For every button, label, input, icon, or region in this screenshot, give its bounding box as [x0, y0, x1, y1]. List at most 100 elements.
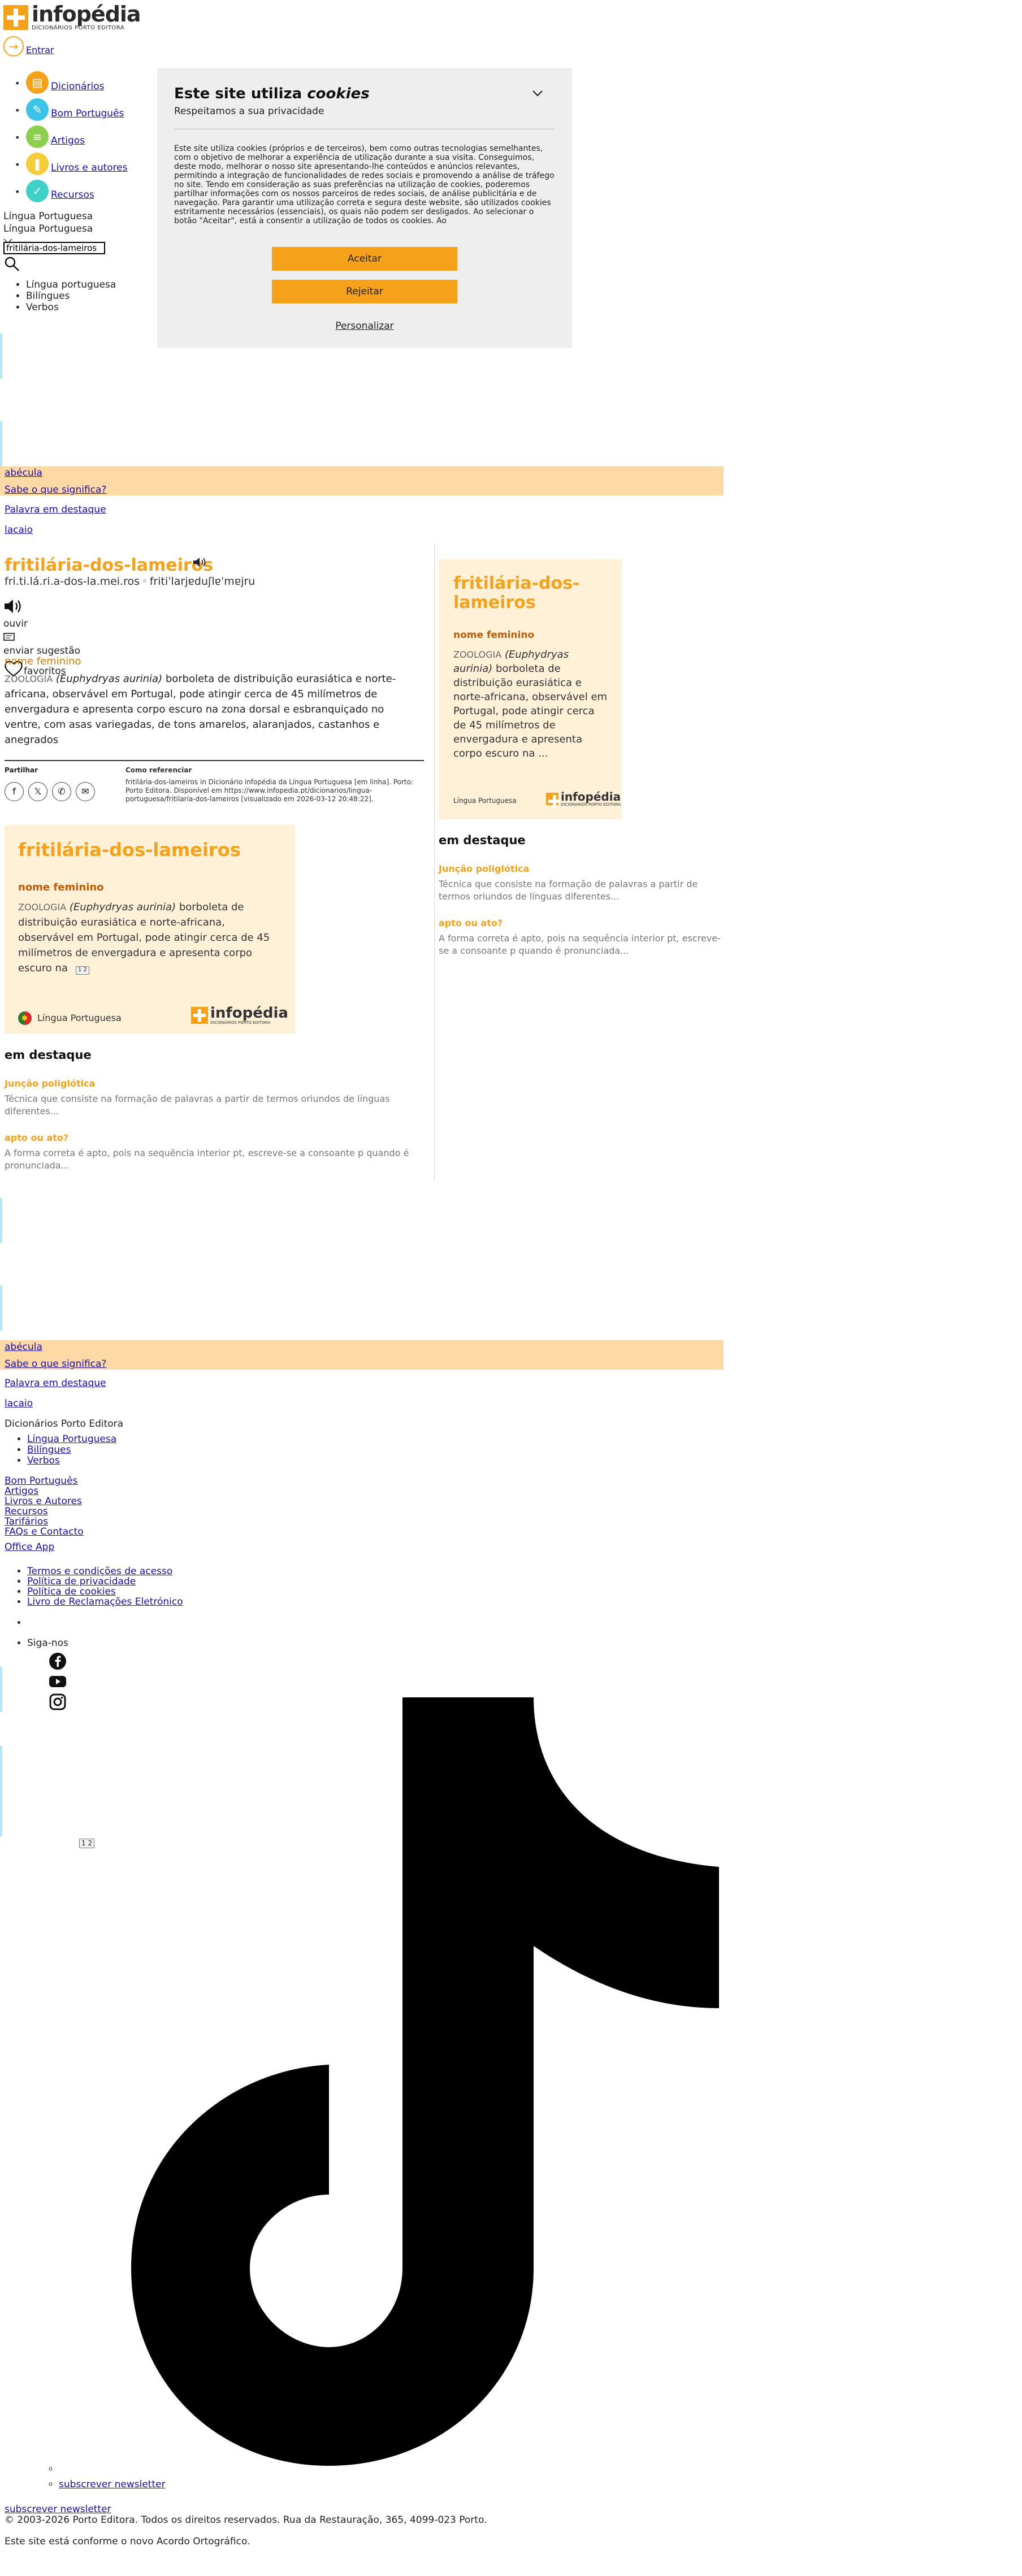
youtube-icon[interactable] — [49, 1673, 67, 1691]
featured-section-left: em destaque Junção poliglótica Técnica q… — [5, 1048, 412, 1187]
suggest-button[interactable]: enviar sugestão — [3, 632, 80, 658]
listen-button[interactable]: ouvir — [3, 598, 80, 631]
footer-dict-link[interactable]: Língua Portuguesa — [27, 1433, 116, 1445]
nav-label[interactable]: Livros e autores — [51, 162, 128, 174]
language-option[interactable]: Língua portuguesa — [26, 279, 116, 290]
books-icon[interactable]: ❚ — [26, 153, 49, 175]
card-footer-language: Língua Portuguesa — [453, 797, 517, 805]
card-logo: infopédia DICIONÁRIOS PORTO EDITORA — [191, 1006, 288, 1026]
featured-word-link[interactable]: Palavra em destaque — [5, 504, 106, 516]
card-logo: infopédia DICIONÁRIOS PORTO EDITORA — [546, 791, 621, 808]
newsletter-link[interactable]: subscrever newsletter — [59, 2479, 166, 2490]
share-card-preview: fritilária-dos-lameiros nome feminino zo… — [439, 559, 622, 819]
infopedia-logo[interactable]: infopédia DICIONÁRIOS PORTO EDITORA — [3, 3, 141, 32]
tiktok-icon[interactable] — [52, 1697, 719, 2466]
book-icon[interactable]: ▤ — [26, 71, 49, 94]
featured-item-title[interactable]: apto ou ato? — [5, 1132, 412, 1144]
featured-extra-link[interactable]: lacaio — [5, 1398, 33, 1410]
nav-label[interactable]: Dicionários — [51, 81, 104, 93]
personalize-cookies-link[interactable]: Personalizar — [174, 320, 555, 332]
nav-label[interactable]: Recursos — [51, 189, 94, 201]
search-icon[interactable] — [3, 255, 20, 272]
newsletter-section: subscrever newsletter subscrever newslet… — [5, 2464, 166, 2516]
cookie-body-text: Este site utiliza cookies (próprios e de… — [174, 144, 555, 225]
nav-item-recursos[interactable]: ✓ Recursos — [15, 175, 128, 202]
card-def-text: borboleta de distribuição eurasiática e … — [453, 663, 608, 759]
message-icon[interactable] — [3, 632, 16, 642]
accept-cookies-button[interactable]: Aceitar — [272, 246, 457, 271]
featured-item-title[interactable]: apto ou ato? — [439, 918, 721, 929]
portugal-flag-icon — [18, 1011, 32, 1025]
language-option[interactable]: Verbos — [26, 302, 116, 313]
language-option[interactable]: Bilíngues — [26, 290, 116, 302]
article-icon[interactable]: ≡ — [26, 125, 49, 148]
featured-item-title[interactable]: Junção poliglótica — [439, 863, 721, 875]
legal-link[interactable]: Política de privacidade — [27, 1576, 136, 1587]
login-link[interactable]: Entrar — [26, 45, 54, 56]
office-app-link[interactable]: Office App — [5, 1541, 54, 1553]
x-twitter-icon[interactable]: 𝕏 — [28, 782, 47, 801]
footer-link[interactable]: Livros e Autores — [5, 1496, 84, 1506]
card-pager[interactable]: 1 2 — [76, 966, 89, 975]
cookie-subtitle: Respeitamos a sua privacidade — [174, 105, 324, 117]
legal-link[interactable]: Termos e condições de acesso — [27, 1566, 172, 1577]
featured-item-title[interactable]: Junção poliglótica — [5, 1078, 412, 1089]
featured-item[interactable]: Junção poliglótica Técnica que consiste … — [439, 863, 721, 903]
language-select-value[interactable]: Língua Portuguesa — [3, 210, 93, 223]
chat-icon[interactable]: ✎ — [26, 98, 49, 121]
speaker-icon[interactable] — [192, 556, 208, 568]
footer-link[interactable]: Bom Português — [5, 1476, 84, 1486]
whatsapp-icon[interactable]: ✆ — [52, 782, 71, 801]
login[interactable]: → Entrar — [3, 36, 54, 57]
footer-dict-link[interactable]: Verbos — [27, 1455, 60, 1466]
logo-subtitle: DICIONÁRIOS PORTO EDITORA — [32, 25, 125, 31]
word-link[interactable]: abécula — [5, 467, 42, 479]
nav-item-dicionarios[interactable]: ▤ Dicionários — [15, 67, 128, 94]
card-species: (Euphydryas aurinia) — [69, 901, 176, 913]
nav-label[interactable]: Bom Português — [51, 108, 124, 120]
featured-section-right: em destaque Junção poliglótica Técnica q… — [439, 833, 721, 972]
featured-item-desc: A forma correta é apto, pois na sequênci… — [439, 933, 721, 957]
word-of-day-banner[interactable]: abécula Sabe o que significa? — [0, 466, 724, 496]
footer-dict-link[interactable]: Bilíngues — [27, 1444, 71, 1456]
footer-link[interactable]: Tarifários — [5, 1517, 84, 1527]
language-select-value-repeat: Língua Portuguesa — [3, 223, 93, 234]
resources-icon[interactable]: ✓ — [26, 180, 49, 202]
featured-item[interactable]: apto ou ato? A forma correta é apto, poi… — [439, 918, 721, 957]
footer-link[interactable]: Recursos — [5, 1506, 84, 1517]
nav-item-bom-portugues[interactable]: ✎ Bom Português — [15, 94, 128, 121]
nav-item-artigos[interactable]: ≡ Artigos — [15, 121, 128, 148]
email-icon[interactable]: ✉ — [76, 782, 95, 801]
legal-link[interactable]: Política de cookies — [27, 1586, 116, 1597]
entry-definition: zoologia (Euphydryas aurinia) borboleta … — [5, 671, 423, 748]
nav-item-livros[interactable]: ❚ Livros e autores — [15, 148, 128, 175]
card-domain: zoologia — [18, 902, 67, 913]
main-nav: ▤ Dicionários ✎ Bom Português ≡ Artigos … — [3, 67, 128, 202]
legal-link[interactable]: Livro de Reclamações Eletrónico — [27, 1596, 183, 1608]
search-input[interactable] — [3, 242, 105, 254]
featured-item[interactable]: apto ou ato? A forma correta é apto, poi… — [5, 1132, 412, 1172]
featured-item[interactable]: Junção poliglótica Técnica que consiste … — [5, 1078, 412, 1118]
featured-extra-link[interactable]: lacaio — [5, 524, 33, 536]
featured-word-link[interactable]: Palavra em destaque — [5, 1378, 106, 1389]
chevron-down-icon[interactable] — [531, 87, 544, 99]
facebook-icon[interactable]: f — [5, 782, 24, 801]
word-link[interactable]: abécula — [5, 1341, 42, 1353]
facebook-icon[interactable] — [49, 1652, 67, 1670]
question-link[interactable]: Sabe o que significa? — [5, 484, 106, 496]
citation-text: fritilária-dos-lameiros in Dicionário in… — [125, 778, 413, 803]
side-accent — [0, 1285, 2, 1331]
footer-link[interactable]: Artigos — [5, 1486, 84, 1496]
word-of-day-banner[interactable]: abécula Sabe o que significa? — [0, 1340, 724, 1370]
newsletter-link-repeat[interactable]: subscrever newsletter — [5, 2504, 166, 2516]
login-arrow-icon[interactable]: → — [3, 36, 24, 57]
nav-label[interactable]: Artigos — [51, 135, 85, 147]
copyright: © 2003-2026 Porto Editora. Todos os dire… — [5, 2514, 487, 2526]
logo-cross-icon — [3, 5, 28, 31]
reject-cookies-button[interactable]: Rejeitar — [272, 279, 457, 303]
footer-link[interactable]: FAQs e Contacto — [5, 1527, 84, 1537]
side-accent — [0, 1667, 2, 1712]
speaker-icon[interactable] — [3, 598, 25, 615]
listen-label[interactable]: ouvir — [3, 618, 80, 630]
question-link[interactable]: Sabe o que significa? — [5, 1358, 106, 1370]
